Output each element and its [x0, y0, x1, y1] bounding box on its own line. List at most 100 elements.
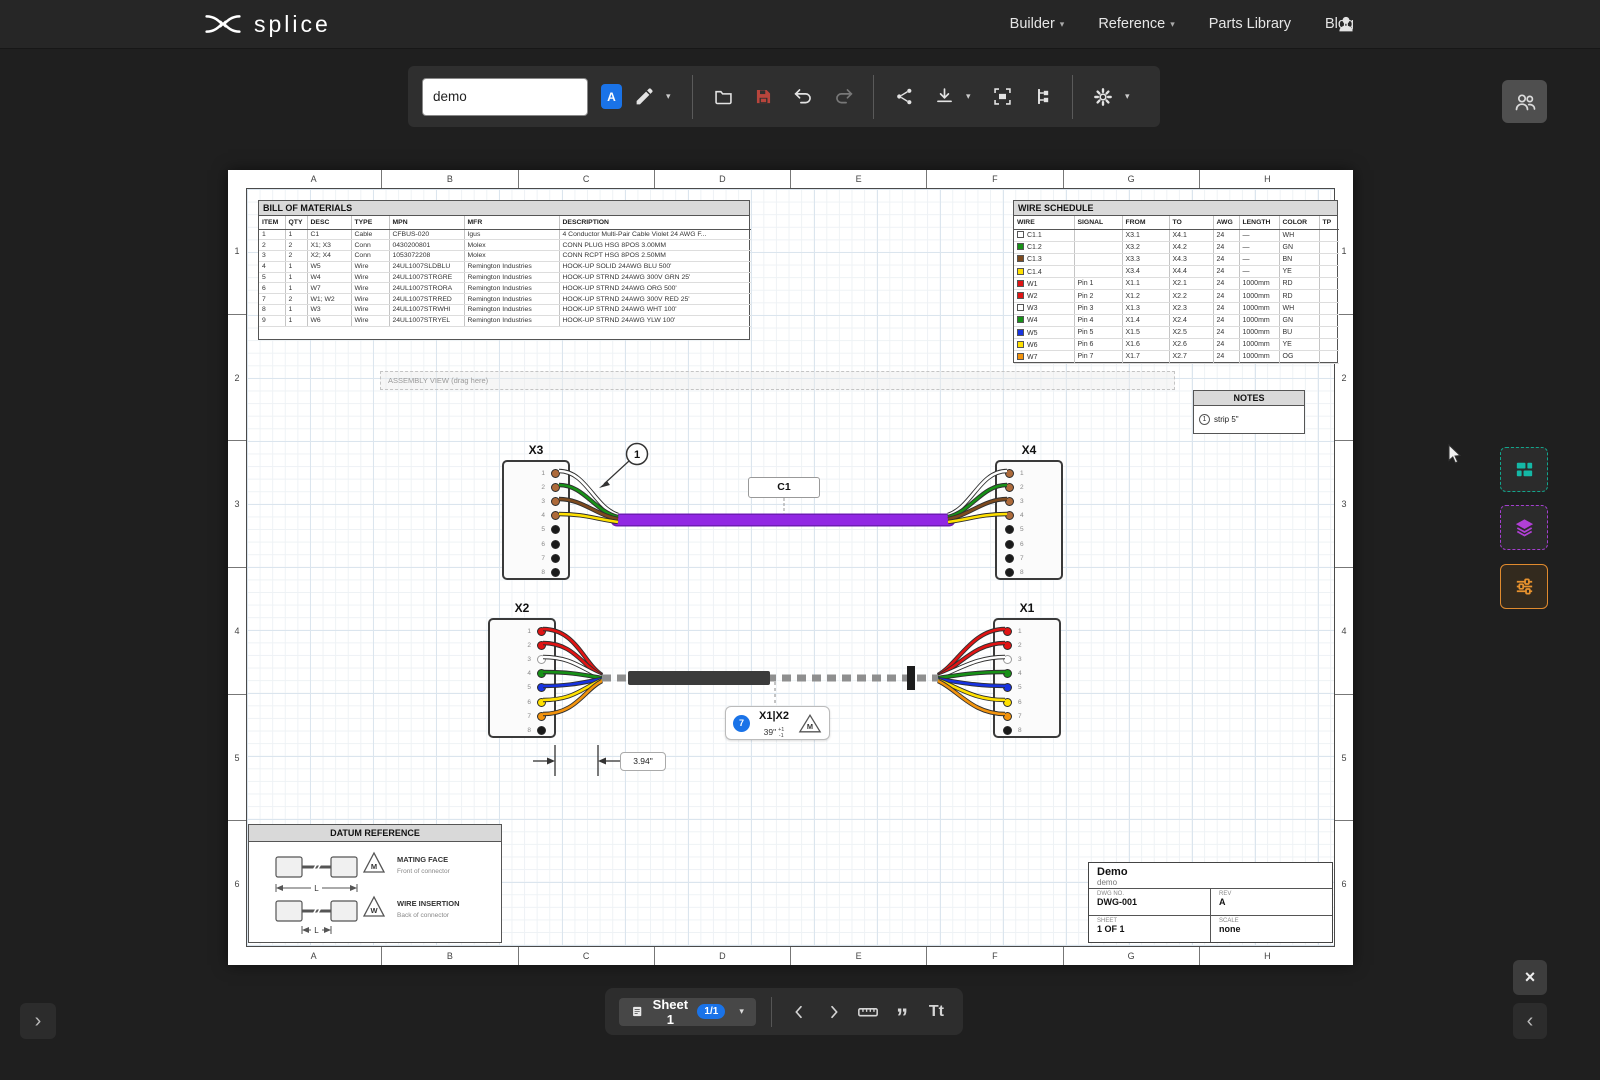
- harness-label-title: X1|X2: [759, 710, 789, 722]
- col-label-B: B: [381, 170, 517, 188]
- pin-row: 8: [997, 565, 1061, 579]
- assembly-view-dropzone[interactable]: ASSEMBLY VIEW (drag here): [380, 371, 1175, 390]
- row-label-6: 6: [1335, 820, 1353, 947]
- pin-row: 5: [490, 681, 554, 695]
- wire-schedule-table: WIRE SCHEDULE WIRE SIGNAL FROM TO AWG LENGTH C…: [1013, 200, 1339, 364]
- layers-panel-button[interactable]: [1500, 505, 1548, 550]
- nav-item-parts-library[interactable]: Parts Library: [1209, 16, 1291, 32]
- pin-row: 5: [995, 681, 1059, 695]
- export-button[interactable]: [926, 77, 962, 117]
- wire-schedule-row: C1.4 X3.4 X4.4 24— YE: [1014, 265, 1339, 279]
- drawing-name-input[interactable]: [422, 77, 588, 116]
- user-account-button[interactable]: [1328, 4, 1364, 44]
- connector-x2[interactable]: X2 1 2 3 4 5 6 7 8: [488, 601, 556, 738]
- wire-color-swatch: [1017, 304, 1024, 312]
- edit-button[interactable]: [626, 77, 662, 117]
- save-button[interactable]: [745, 77, 781, 117]
- components-panel-button[interactable]: [1500, 447, 1548, 492]
- col-label-F: F: [926, 947, 1062, 965]
- svg-text:W: W: [370, 906, 378, 915]
- cable-label-c1[interactable]: C1: [748, 477, 820, 498]
- pin-dot: [551, 468, 560, 478]
- svg-text:L: L: [314, 884, 319, 893]
- pin-row: 5: [504, 523, 568, 537]
- main-toolbar: A ▾: [408, 66, 1160, 127]
- nav-item-reference[interactable]: Reference ▾: [1098, 16, 1174, 32]
- save-floppy-icon: [756, 89, 770, 104]
- prev-sheet-button[interactable]: [787, 995, 812, 1029]
- nav-item-builder[interactable]: Builder ▾: [1010, 16, 1065, 32]
- undo-icon: [793, 89, 811, 104]
- harness-label-badge: 7: [733, 714, 750, 732]
- pin-dot: [551, 496, 560, 506]
- panel-expand-left-button[interactable]: ›: [20, 1003, 56, 1039]
- open-button[interactable]: [705, 77, 741, 117]
- fit-view-button[interactable]: [984, 77, 1020, 117]
- export-caret[interactable]: ▾: [966, 91, 980, 102]
- settings-caret[interactable]: ▾: [1125, 91, 1139, 102]
- col-label-A: A: [310, 951, 317, 961]
- pin-row: 4: [504, 509, 568, 523]
- harness-length-label[interactable]: 7 X1|X2 39" +1 -1 M: [725, 706, 830, 740]
- border-columns-top: A BCDEFGH: [246, 170, 1335, 188]
- wire-schedule-header: TP: [1319, 216, 1339, 230]
- wire-color-swatch: [1017, 316, 1024, 324]
- wire-schedule-header: FROM: [1122, 216, 1170, 230]
- top-navbar: splice Builder ▾ Reference ▾ Parts Library Bl…: [0, 0, 1600, 49]
- dimension-label[interactable]: 3.94": [620, 752, 666, 771]
- pin-row: 2: [997, 480, 1061, 494]
- row-label-3: 3: [228, 440, 246, 567]
- people-icon: [1515, 93, 1535, 110]
- pin-row: 7: [995, 709, 1059, 723]
- pin-row: 7: [490, 709, 554, 723]
- redo-button[interactable]: [825, 77, 861, 117]
- col-label-D: D: [653, 170, 790, 188]
- next-sheet-button[interactable]: [821, 995, 846, 1029]
- drawing-sheet[interactable]: ABCDEFGH ABCDEFGH 123456 123456 BILL OF …: [228, 170, 1353, 965]
- sliders-icon: [1516, 578, 1532, 595]
- sheet-tab[interactable]: Sheet 1 1/1 ▾: [619, 997, 756, 1027]
- pin-row: 8: [995, 723, 1059, 737]
- pin-dot: [1005, 553, 1014, 563]
- undo-button[interactable]: [785, 77, 821, 117]
- scale-value: none: [1219, 924, 1241, 934]
- pin-dot: [537, 626, 546, 636]
- nav-links: Builder ▾ Reference ▾ Parts Library Blog: [1010, 16, 1600, 32]
- wire-schedule-header: COLOR: [1279, 216, 1320, 230]
- pin-dot: [1003, 669, 1012, 679]
- app-logo[interactable]: splice: [204, 11, 331, 38]
- pin-dot: [1005, 511, 1014, 521]
- wire-schedule-row: W7 Pin 7 X1.7 X2.7 24 1000mm OG: [1014, 350, 1339, 364]
- pin-row: 2: [995, 638, 1059, 652]
- schematic-button[interactable]: [1024, 77, 1060, 117]
- notes-quote-button[interactable]: ”: [889, 995, 914, 1029]
- bottom-sheet-bar: Sheet 1 1/1 ▾ ” Tt: [605, 988, 963, 1035]
- text-size-button[interactable]: Tt: [924, 995, 949, 1029]
- share-button[interactable]: [886, 77, 922, 117]
- panel-expand-right-button[interactable]: ‹: [1513, 1003, 1547, 1039]
- wire-color-swatch: [1017, 267, 1024, 275]
- pin-row: 3: [995, 652, 1059, 666]
- connector-x4[interactable]: X4 1 2 3 4 5 6 7 8: [995, 443, 1063, 580]
- connector-x3[interactable]: X3 1 2 3 4 5 6 7 8: [502, 443, 570, 580]
- bom-row: 1 1 C1 Cable CFBUS-020 Igus 4 Conductor Multi-…: [259, 229, 751, 241]
- properties-panel-button[interactable]: [1500, 564, 1548, 609]
- bom-row: 5 1 W4 Wire 24UL1007STRGRE Remington Industri…: [259, 272, 751, 284]
- settings-button[interactable]: [1085, 77, 1121, 117]
- svg-text:Front of connector: Front of connector: [397, 868, 451, 875]
- row-label-4: 4: [1335, 567, 1353, 694]
- autosave-badge[interactable]: A: [601, 84, 622, 109]
- measure-button[interactable]: [855, 995, 880, 1029]
- pin-dot: [1005, 482, 1014, 492]
- connector-x1[interactable]: X1 1 2 3 4 5 6 7 8: [993, 601, 1061, 738]
- logo-mark-icon: [205, 15, 241, 33]
- pin-dot: [1003, 683, 1012, 693]
- pin-dot: [1003, 711, 1012, 721]
- hierarchy-icon: [1037, 89, 1048, 104]
- collaborators-button[interactable]: [1502, 80, 1547, 123]
- close-button[interactable]: ×: [1513, 960, 1547, 995]
- pin-dot: [551, 511, 560, 521]
- connector-label-x2: X2: [514, 601, 530, 615]
- edit-caret[interactable]: ▾: [666, 91, 680, 102]
- title-block-title: Demo: [1097, 866, 1128, 878]
